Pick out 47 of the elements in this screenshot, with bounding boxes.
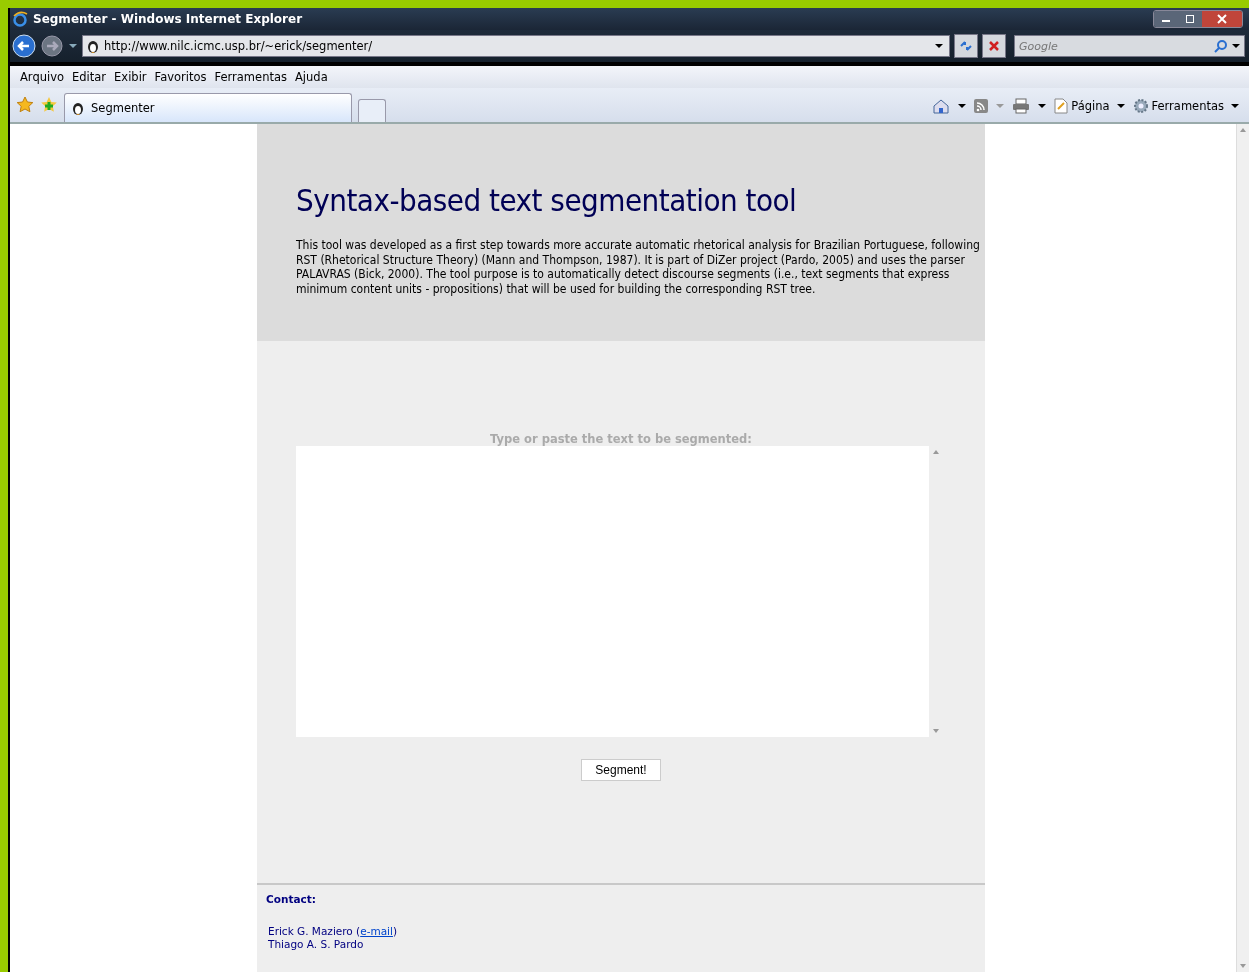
text-input-area[interactable] [296,446,943,737]
menu-item[interactable]: Favoritos [150,70,211,84]
penguin-icon [71,101,85,115]
page-scrollbar[interactable] [1236,124,1249,972]
menu-item[interactable]: Ferramentas [210,70,291,84]
forward-button[interactable] [40,34,64,58]
gear-icon[interactable] [1132,98,1149,114]
browser-tab[interactable]: Segmenter [64,93,352,122]
menu-item[interactable]: Editar [68,70,111,84]
penguin-icon [86,39,100,53]
close-button[interactable] [1202,11,1242,27]
contact-heading: Contact: [266,893,317,905]
segment-button[interactable]: Segment! [581,759,661,781]
page-icon[interactable] [1054,98,1069,114]
minimize-button[interactable] [1154,11,1178,27]
stop-button[interactable] [982,34,1006,58]
email-link[interactable]: e-mail [360,925,393,937]
menu-item[interactable]: Exibir [110,70,151,84]
home-icon[interactable] [932,98,951,114]
dropdown-icon[interactable] [1038,104,1047,108]
maximize-button[interactable] [1178,11,1202,27]
page-title: Syntax-based text segmentation tool [296,182,798,218]
input-label: Type or paste the text to be segmented: [490,432,752,446]
dropdown-icon[interactable] [958,104,967,108]
intro-paragraph: This tool was developed as a first step towards more accurate automatic rhetorical analysis for Brazilian Portuguese, following RST (Rhetorical Structure Theory) (Mann and Thompson, 1987). It is part of DiZer project (Pardo, 2005) and uses the parser PALAVRAS (Bick, 2000). The tool purpose is to automatically detect discourse segments (i.e., text segments that express minimum content units - propositions) that will be used for building the corresponding RST tree. [296,238,981,296]
menu-item[interactable]: Ajuda [291,70,332,84]
toolbar-menu-button[interactable]: Página [1054,98,1125,114]
printer-icon[interactable] [1012,98,1031,114]
search-icon[interactable] [1214,39,1228,53]
back-button[interactable] [12,34,36,58]
feed-icon[interactable] [974,99,989,113]
toolbar-menu-button[interactable]: Ferramentas [1132,98,1239,114]
menu-item[interactable]: Arquivo [16,70,69,84]
window-title: Segmenter - Windows Internet Explorer [33,12,303,26]
contact-name: Erick G. Maziero (e-mail) [268,925,399,938]
star-icon[interactable] [16,96,34,114]
refresh-button[interactable] [954,34,978,58]
contact-name: Thiago A. S. Pardo [268,938,365,951]
new-tab-button[interactable] [358,99,386,122]
refresh-icon[interactable] [959,39,973,53]
dropdown-icon[interactable] [68,43,78,49]
add-favorite-icon[interactable] [40,96,58,114]
browser-logo-icon [12,11,28,27]
maximize-icon[interactable] [1185,14,1195,24]
address-field[interactable]: http://www.nilc.icmc.usp.br/~erick/segmenter/ [82,35,950,57]
close-icon[interactable] [1217,14,1227,24]
stop-icon[interactable] [988,40,1000,52]
